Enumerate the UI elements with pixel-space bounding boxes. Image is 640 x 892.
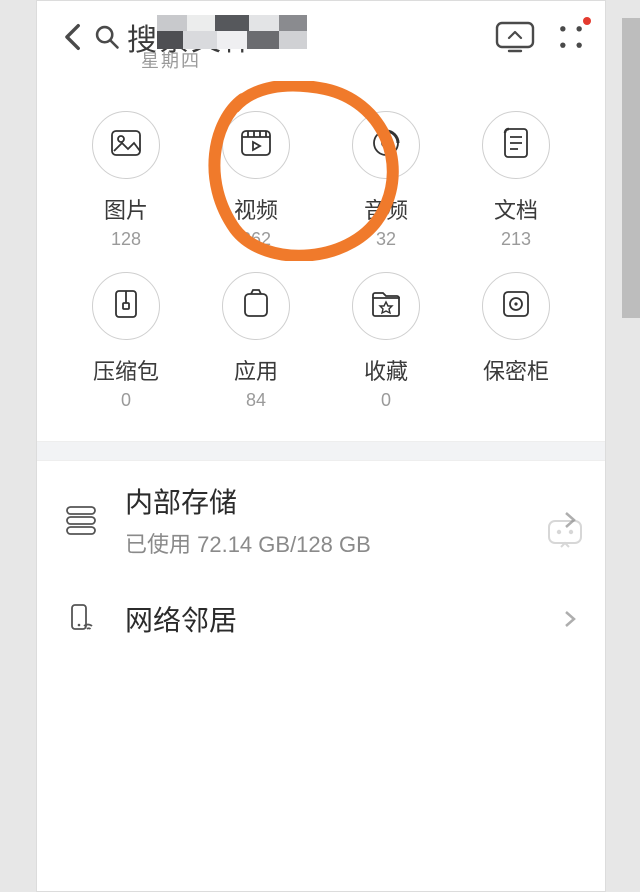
category-label: 文档 [494, 193, 538, 225]
top-bar: 搜索文件 星期四 [37, 1, 605, 73]
category-count: 0 [121, 390, 131, 411]
category-images[interactable]: 图片 128 [61, 111, 191, 250]
video-icon [238, 125, 274, 166]
storage-title: 内部存储 [125, 481, 535, 521]
category-favorites[interactable]: 收藏 0 [321, 272, 451, 411]
category-docs[interactable]: 文档 213 [451, 111, 581, 250]
internal-storage-row[interactable]: 内部存储 已使用 72.14 GB/128 GB [37, 461, 605, 579]
category-label: 视频 [234, 193, 278, 225]
network-device-icon [63, 601, 99, 637]
category-audio[interactable]: 音频 32 [321, 111, 451, 250]
network-neighbor-row[interactable]: 网络邻居 [37, 579, 605, 659]
archive-icon [108, 286, 144, 327]
category-label: 应用 [234, 354, 278, 386]
app-icon [238, 286, 274, 327]
safe-icon [498, 286, 534, 327]
category-count: 128 [111, 229, 141, 250]
document-icon [498, 125, 534, 166]
category-videos[interactable]: 视频 362 [191, 111, 321, 250]
category-count: 213 [501, 229, 531, 250]
more-icon[interactable] [557, 23, 585, 51]
audio-icon [368, 125, 404, 166]
outer-scrollbar [622, 18, 640, 318]
category-archives[interactable]: 压缩包 0 [61, 272, 191, 411]
favorite-icon [368, 286, 404, 327]
category-count: 362 [241, 229, 271, 250]
category-apps[interactable]: 应用 84 [191, 272, 321, 411]
category-count: 84 [246, 390, 266, 411]
storage-subtitle: 已使用 72.14 GB/128 GB [125, 527, 535, 559]
category-label: 压缩包 [93, 354, 159, 386]
censor-overlay [157, 15, 307, 49]
category-safe[interactable]: 保密柜 [451, 272, 581, 411]
notification-dot [583, 17, 591, 25]
storage-icon [63, 502, 99, 538]
network-title: 网络邻居 [125, 599, 535, 639]
section-divider [37, 441, 605, 461]
weekday-hint: 星期四 [141, 47, 201, 73]
category-grid: 图片 128 视频 362 音频 32 文档 213 [37, 73, 605, 441]
category-label: 音频 [364, 193, 408, 225]
floating-assist-icon[interactable] [545, 515, 585, 555]
chevron-right-icon [561, 610, 579, 628]
phone-screen: 搜索文件 星期四 [36, 0, 606, 892]
search-icon [93, 23, 121, 51]
image-icon [108, 125, 144, 166]
category-count: 0 [381, 390, 391, 411]
category-count: 32 [376, 229, 396, 250]
back-icon[interactable] [57, 20, 91, 54]
category-label: 保密柜 [483, 354, 549, 386]
category-label: 图片 [104, 193, 148, 225]
category-label: 收藏 [364, 354, 408, 386]
cast-icon[interactable] [495, 21, 535, 53]
